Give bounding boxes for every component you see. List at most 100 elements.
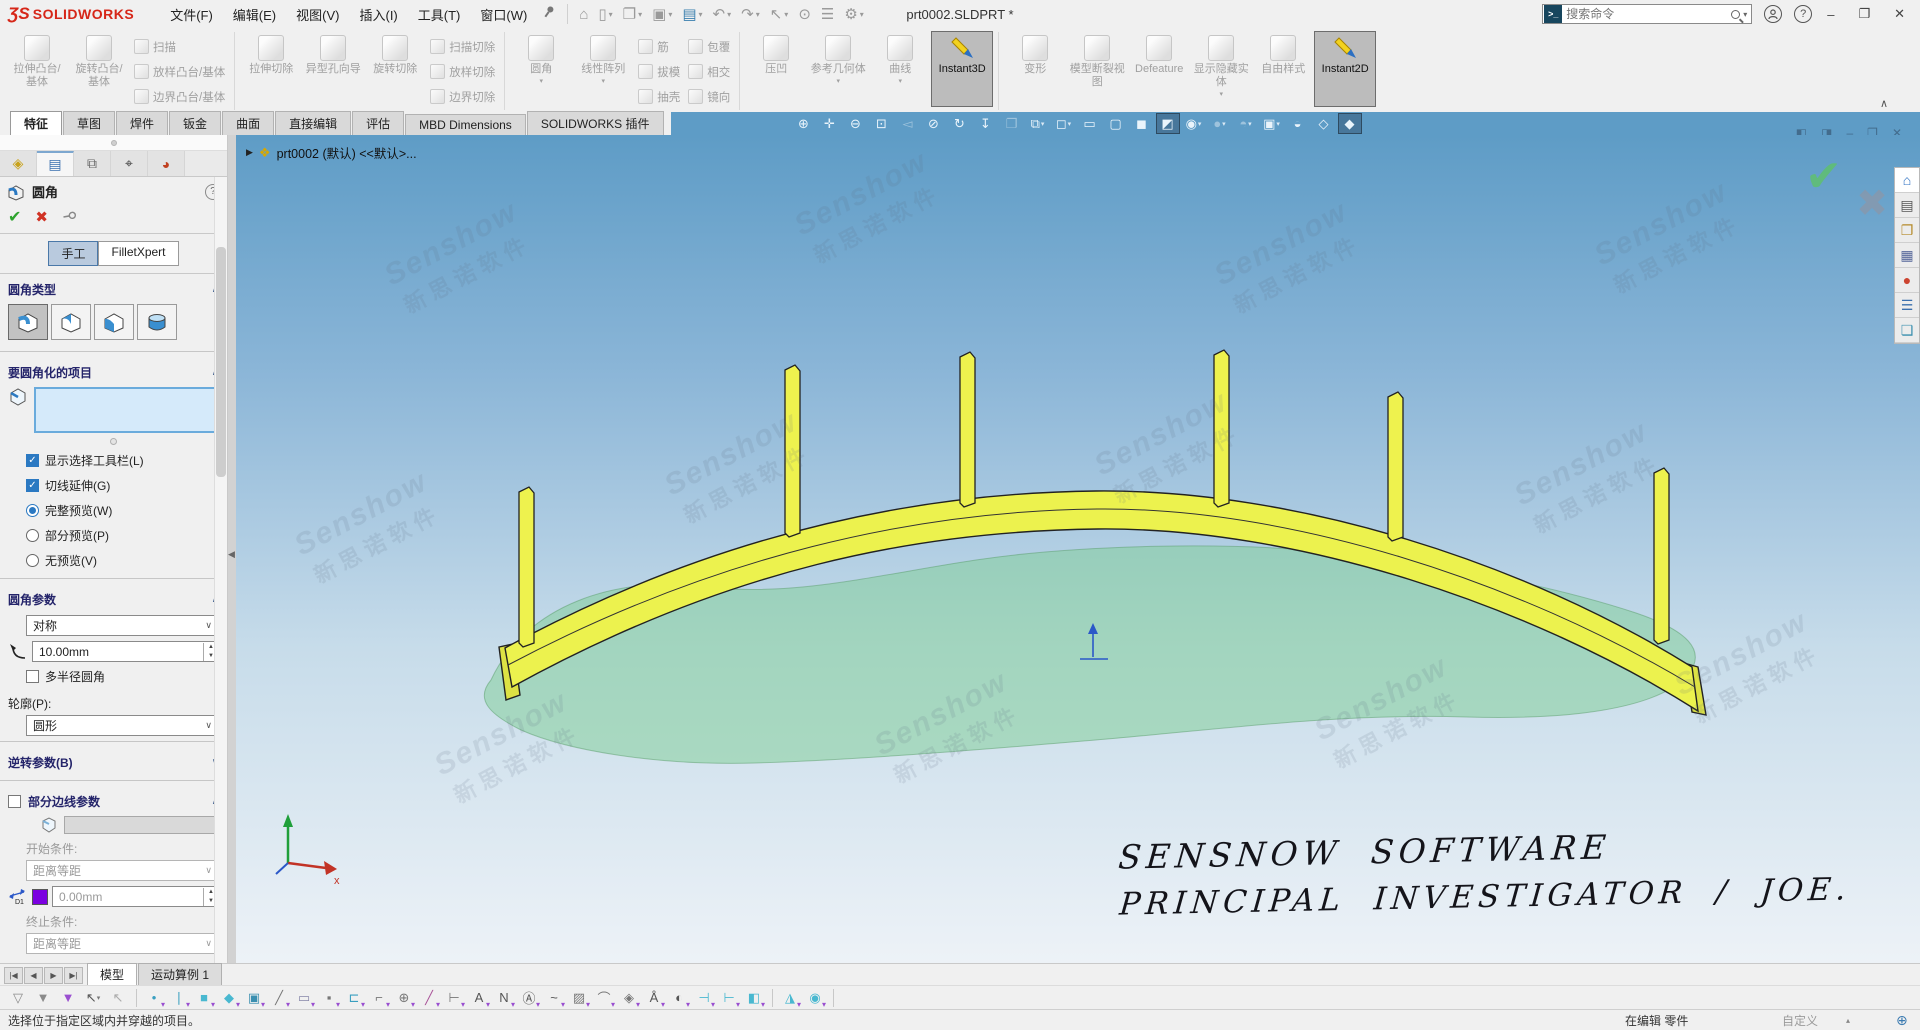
design-library-icon[interactable]: ❐	[1895, 218, 1919, 243]
user-account-icon[interactable]	[1764, 5, 1782, 23]
previous-view-icon[interactable]: ◅	[896, 113, 920, 134]
filter-edges-icon[interactable]: ∣▾	[167, 987, 191, 1009]
zoom-in-out-icon[interactable]: ⊖	[844, 113, 868, 134]
prev-tab-button[interactable]: ◀	[24, 967, 43, 984]
hide-show-items-icon[interactable]: ◉▾	[1182, 113, 1206, 134]
filter-solid-bodies-icon[interactable]: ▣▾	[242, 987, 266, 1009]
magnified-selection-icon[interactable]: ↖	[106, 987, 130, 1009]
dropdown-caret-icon[interactable]: ▾	[1068, 120, 1072, 128]
end-condition-dropdown[interactable]: 距离等距 ∨	[26, 933, 219, 954]
rotate-view-icon[interactable]: ↻	[948, 113, 972, 134]
filter-surface-finish-icon[interactable]: Å▾	[642, 987, 666, 1009]
lofted-cut-button[interactable]: 放样切除	[426, 59, 499, 84]
dropdown-caret-icon[interactable]: ▾	[601, 77, 605, 85]
quick-tips-globe-icon[interactable]: ⊕	[1896, 1012, 1908, 1029]
shaded-icon[interactable]: ◼	[1130, 113, 1154, 134]
freeform-button[interactable]: 自由样式	[1252, 31, 1314, 107]
menu-insert[interactable]: 插入(I)	[349, 1, 407, 28]
hidden-lines-icon[interactable]: ▢	[1104, 113, 1128, 134]
linear-pattern-button[interactable]: 线性阵列▾	[572, 31, 634, 107]
perspective-icon[interactable]: ◇	[1312, 113, 1336, 134]
customize-label[interactable]: 自定义	[1782, 1012, 1818, 1029]
view-settings-icon[interactable]: ▣▾	[1260, 113, 1284, 134]
select-cursor-icon[interactable]: ↖▾	[81, 987, 105, 1009]
deform-button[interactable]: 变形	[1004, 31, 1066, 107]
filter-faces-icon[interactable]: ■▾	[192, 987, 216, 1009]
hole-wizard-button[interactable]: 异型孔向导	[302, 31, 364, 107]
filter-planes-icon[interactable]: ▭▾	[292, 987, 316, 1009]
filter-surface-bodies-icon[interactable]: ◆▾	[217, 987, 241, 1009]
resources-icon[interactable]: ▤	[1895, 193, 1919, 218]
dropdown-caret-icon[interactable]: ▾	[1198, 120, 1202, 128]
full-round-fillet-button[interactable]	[137, 304, 177, 340]
viewport-cancel-button[interactable]: ✖	[1856, 181, 1888, 226]
draft-button[interactable]: 拔模	[634, 59, 684, 84]
filter-temporary-axes-icon[interactable]: ╱▾	[417, 987, 441, 1009]
panel-resize-handle[interactable]	[0, 135, 227, 151]
tab-草图[interactable]: 草图	[63, 111, 115, 135]
defeature-button[interactable]: Defeature	[1128, 31, 1190, 107]
pin-toolbar-icon[interactable]	[543, 5, 555, 23]
first-tab-button[interactable]: |◀	[4, 967, 23, 984]
dropdown-caret-icon[interactable]: ▾	[860, 10, 864, 19]
revolved-boss-button[interactable]: 旋转凸台/基体	[68, 31, 130, 107]
checkbox-checked-icon[interactable]: ✓	[26, 479, 39, 492]
search-caret-icon[interactable]: ▾	[1743, 10, 1747, 19]
constant-size-fillet-button[interactable]	[8, 304, 48, 340]
edge-display-icon[interactable]: ◮▾	[778, 987, 802, 1009]
forum-icon[interactable]: ❏	[1895, 318, 1919, 343]
feature-tree-flyout[interactable]: ▶ ❖ prt0002 (默认) <<默认>...	[246, 143, 417, 162]
keep-visible-pin-icon[interactable]	[58, 206, 79, 227]
filletxpert-mode-button[interactable]: FilletXpert	[98, 241, 178, 266]
tab-SOLIDWORKS 插件[interactable]: SOLIDWORKS 插件	[527, 111, 664, 135]
filter-routing-points-icon[interactable]: ⊢▾	[717, 987, 741, 1009]
filter-clear-icon[interactable]: ▼	[31, 987, 55, 1009]
ok-button[interactable]: ✔	[8, 207, 21, 227]
command-search[interactable]: >_ ▾	[1542, 4, 1752, 24]
pan-icon[interactable]: ✛	[818, 113, 842, 134]
tab-直接编辑[interactable]: 直接编辑	[275, 111, 351, 135]
study-tab-运动算例 1[interactable]: 运动算例 1	[138, 963, 222, 985]
filter-splines-icon[interactable]: ~▾	[542, 987, 566, 1009]
dropdown-caret-icon[interactable]: ▾	[756, 10, 760, 19]
cancel-button[interactable]: ✖	[35, 208, 48, 226]
wrap-button[interactable]: 包覆	[684, 34, 734, 59]
3d-drawing-view-icon[interactable]: ❐	[1000, 113, 1024, 134]
curves-button[interactable]: 曲线▾	[869, 31, 931, 107]
section-view-icon[interactable]: ⊘	[922, 113, 946, 134]
zoom-fit-icon[interactable]: ⊕	[792, 113, 816, 134]
show-selection-toolbar-option[interactable]: ✓ 显示选择工具栏(L)	[0, 448, 227, 473]
viewport-ok-button[interactable]: ✔	[1805, 151, 1842, 202]
radio-icon[interactable]	[26, 529, 39, 542]
redo-icon[interactable]: ↷▾	[737, 3, 764, 25]
dropdown-caret-icon[interactable]: ▾	[699, 10, 703, 19]
dropdown-caret-icon[interactable]: ▾	[1222, 120, 1226, 128]
displaymanager-tab[interactable]: ◕	[148, 151, 185, 176]
tangent-propagation-option[interactable]: ✓ 切线延伸(G)	[0, 473, 227, 498]
dropdown-caret-icon[interactable]: ▾	[668, 10, 672, 19]
display-style-icon[interactable]: ◻▾	[1052, 113, 1076, 134]
extruded-cut-button[interactable]: 拉伸切除	[240, 31, 302, 107]
tab-曲面[interactable]: 曲面	[222, 111, 274, 135]
tab-评估[interactable]: 评估	[352, 111, 404, 135]
minimize-button[interactable]: –	[1818, 5, 1843, 24]
extruded-boss-button[interactable]: 拉伸凸台/基体	[6, 31, 68, 107]
select-icon[interactable]: ↖▾	[766, 3, 793, 25]
manual-mode-button[interactable]: 手工	[48, 241, 98, 266]
filter-connection-points-icon[interactable]: ⊣▾	[692, 987, 716, 1009]
home-icon[interactable]: ⌂	[1895, 168, 1919, 193]
featuremanager-tab[interactable]: ◈	[0, 151, 37, 176]
customize-caret-icon[interactable]: ▴	[1846, 1016, 1850, 1025]
no-preview-option[interactable]: 无预览(V)	[0, 548, 227, 573]
undo-icon[interactable]: ↶▾	[709, 3, 736, 25]
last-tab-button[interactable]: ▶|	[64, 967, 83, 984]
fillet-button[interactable]: 圆角▾	[510, 31, 572, 107]
filter-cosmetic-threads-icon[interactable]: ◐▾	[667, 987, 691, 1009]
variable-size-fillet-button[interactable]	[51, 304, 91, 340]
menu-file[interactable]: 文件(F)	[160, 1, 223, 28]
dropdown-caret-icon[interactable]: ▾	[1041, 120, 1045, 128]
dropdown-caret-icon[interactable]: ▾	[727, 10, 731, 19]
part-tree-label[interactable]: prt0002 (默认) <<默认>...	[277, 143, 417, 162]
expand-arrow-icon[interactable]: ▶	[246, 147, 253, 158]
dropdown-caret-icon[interactable]: ▾	[1248, 120, 1252, 128]
